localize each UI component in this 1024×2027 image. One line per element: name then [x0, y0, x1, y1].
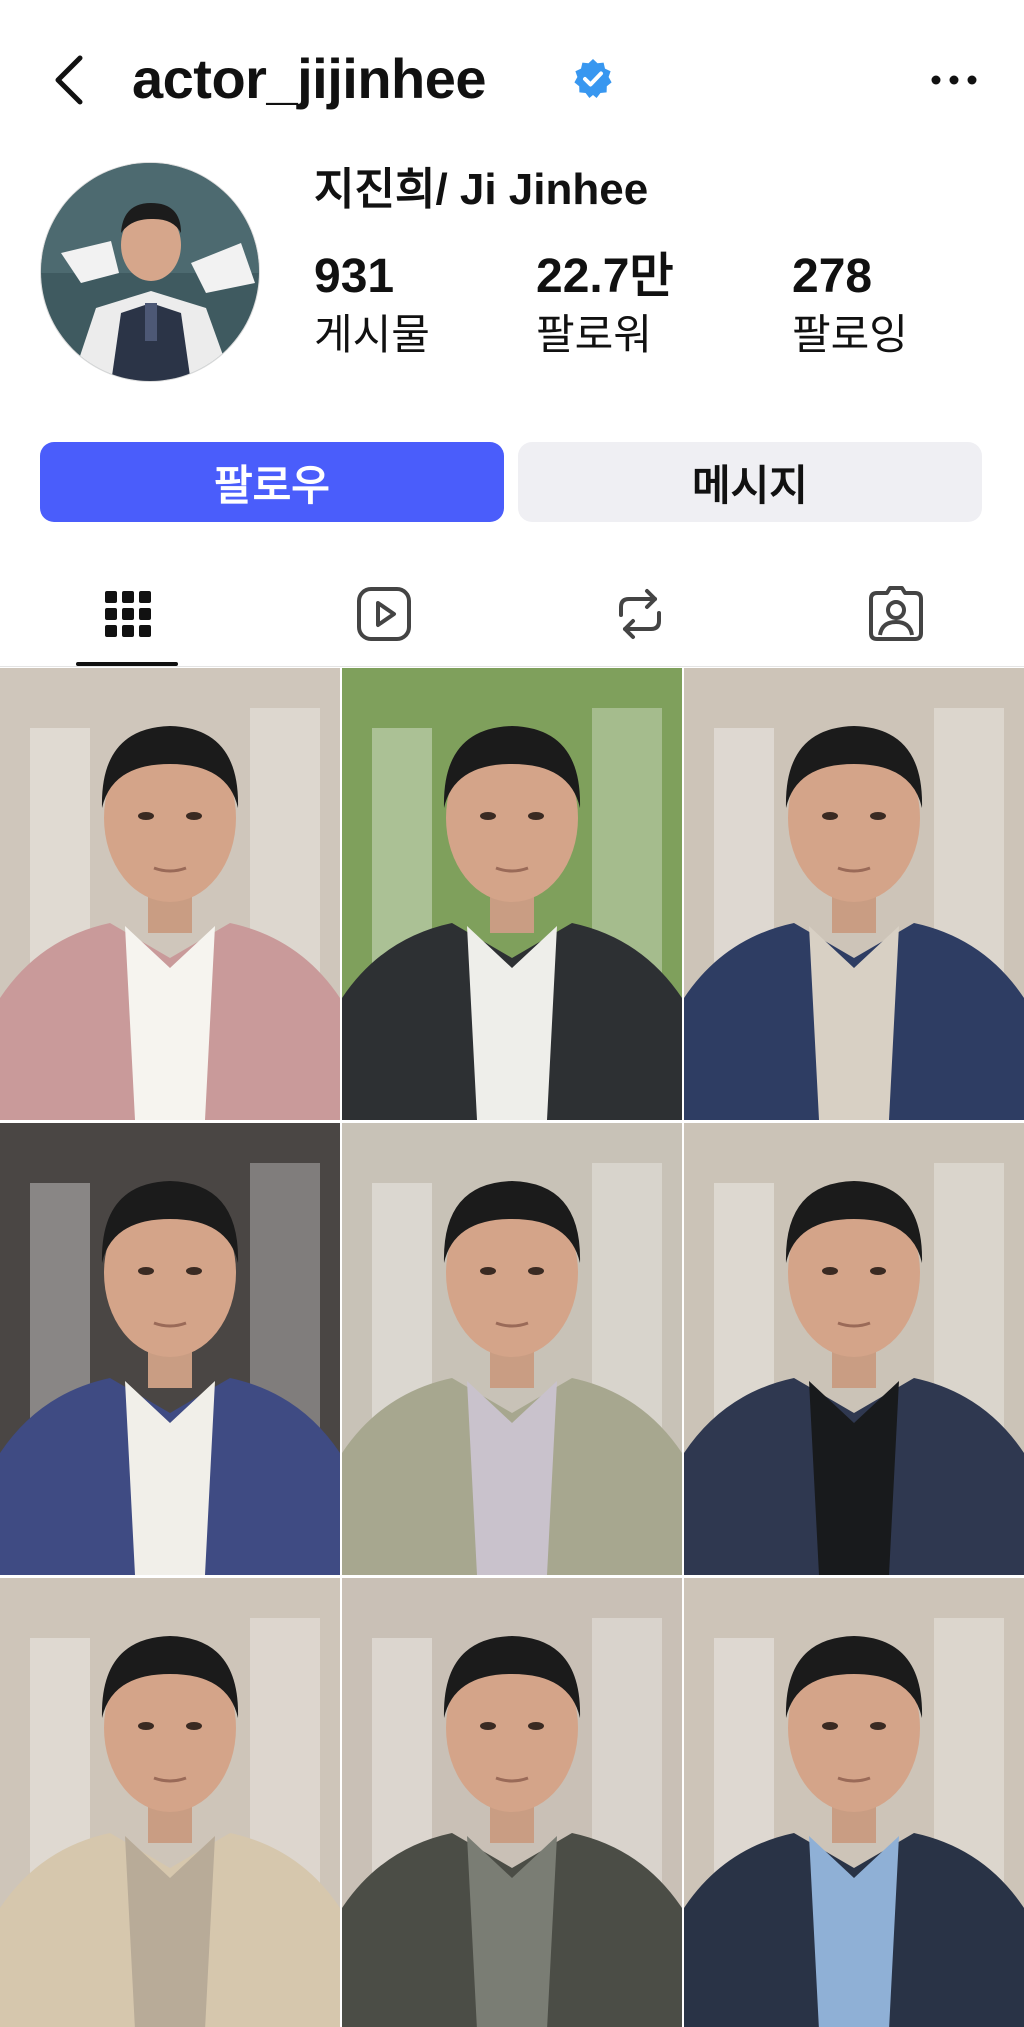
tabs-divider	[0, 666, 1024, 667]
post-thumbnail	[684, 668, 1024, 1120]
grid-post[interactable]	[342, 1578, 682, 2027]
grid-post[interactable]	[0, 1123, 340, 1575]
posts-stat[interactable]: 931 게시물	[314, 248, 430, 362]
more-options-button[interactable]	[926, 62, 982, 98]
grid-post[interactable]	[342, 668, 682, 1120]
post-thumbnail	[0, 1578, 340, 2027]
post-thumbnail	[342, 1123, 682, 1575]
tab-tagged[interactable]	[768, 560, 1024, 668]
profile-header: actor_jijinhee	[0, 0, 1024, 160]
more-horizontal-icon	[931, 75, 977, 85]
profile-full-name: 지진희/ Ji Jinhee	[314, 165, 649, 214]
post-thumbnail	[0, 668, 340, 1120]
post-thumbnail	[342, 1578, 682, 2027]
posts-label: 게시물	[314, 311, 430, 358]
grid-post[interactable]	[684, 668, 1024, 1120]
tab-reels[interactable]	[256, 560, 512, 668]
grid-post[interactable]	[0, 668, 340, 1120]
tagged-icon	[869, 586, 923, 641]
followers-count: 22.7만	[536, 250, 674, 303]
profile-tabs	[0, 560, 1024, 668]
following-stat[interactable]: 278 팔로잉	[792, 248, 908, 362]
grid-post[interactable]	[0, 1578, 340, 2027]
following-count: 278	[792, 250, 873, 303]
followers-label: 팔로워	[536, 311, 652, 358]
tab-posts-grid[interactable]	[0, 560, 256, 668]
profile-avatar[interactable]	[40, 162, 260, 382]
post-thumbnail	[0, 1123, 340, 1575]
follow-button[interactable]: 팔로우	[40, 442, 504, 522]
grid-post[interactable]	[684, 1578, 1024, 2027]
grid-post[interactable]	[684, 1123, 1024, 1575]
post-thumbnail	[684, 1578, 1024, 2027]
tab-reposts[interactable]	[512, 560, 768, 668]
back-button[interactable]	[48, 50, 96, 110]
grid-post[interactable]	[342, 1123, 682, 1575]
repost-icon	[619, 589, 661, 639]
verified-badge-icon	[572, 58, 614, 100]
post-thumbnail	[684, 1123, 1024, 1575]
posts-count: 931	[314, 250, 395, 303]
chevron-left-icon	[55, 55, 83, 105]
followers-stat[interactable]: 22.7만 팔로워	[536, 248, 674, 362]
reels-icon	[357, 587, 411, 641]
message-button[interactable]: 메시지	[518, 442, 982, 522]
post-thumbnail	[342, 668, 682, 1120]
profile-username: actor_jijinhee	[132, 47, 487, 110]
following-label: 팔로잉	[792, 311, 908, 358]
grid-icon	[105, 591, 151, 637]
